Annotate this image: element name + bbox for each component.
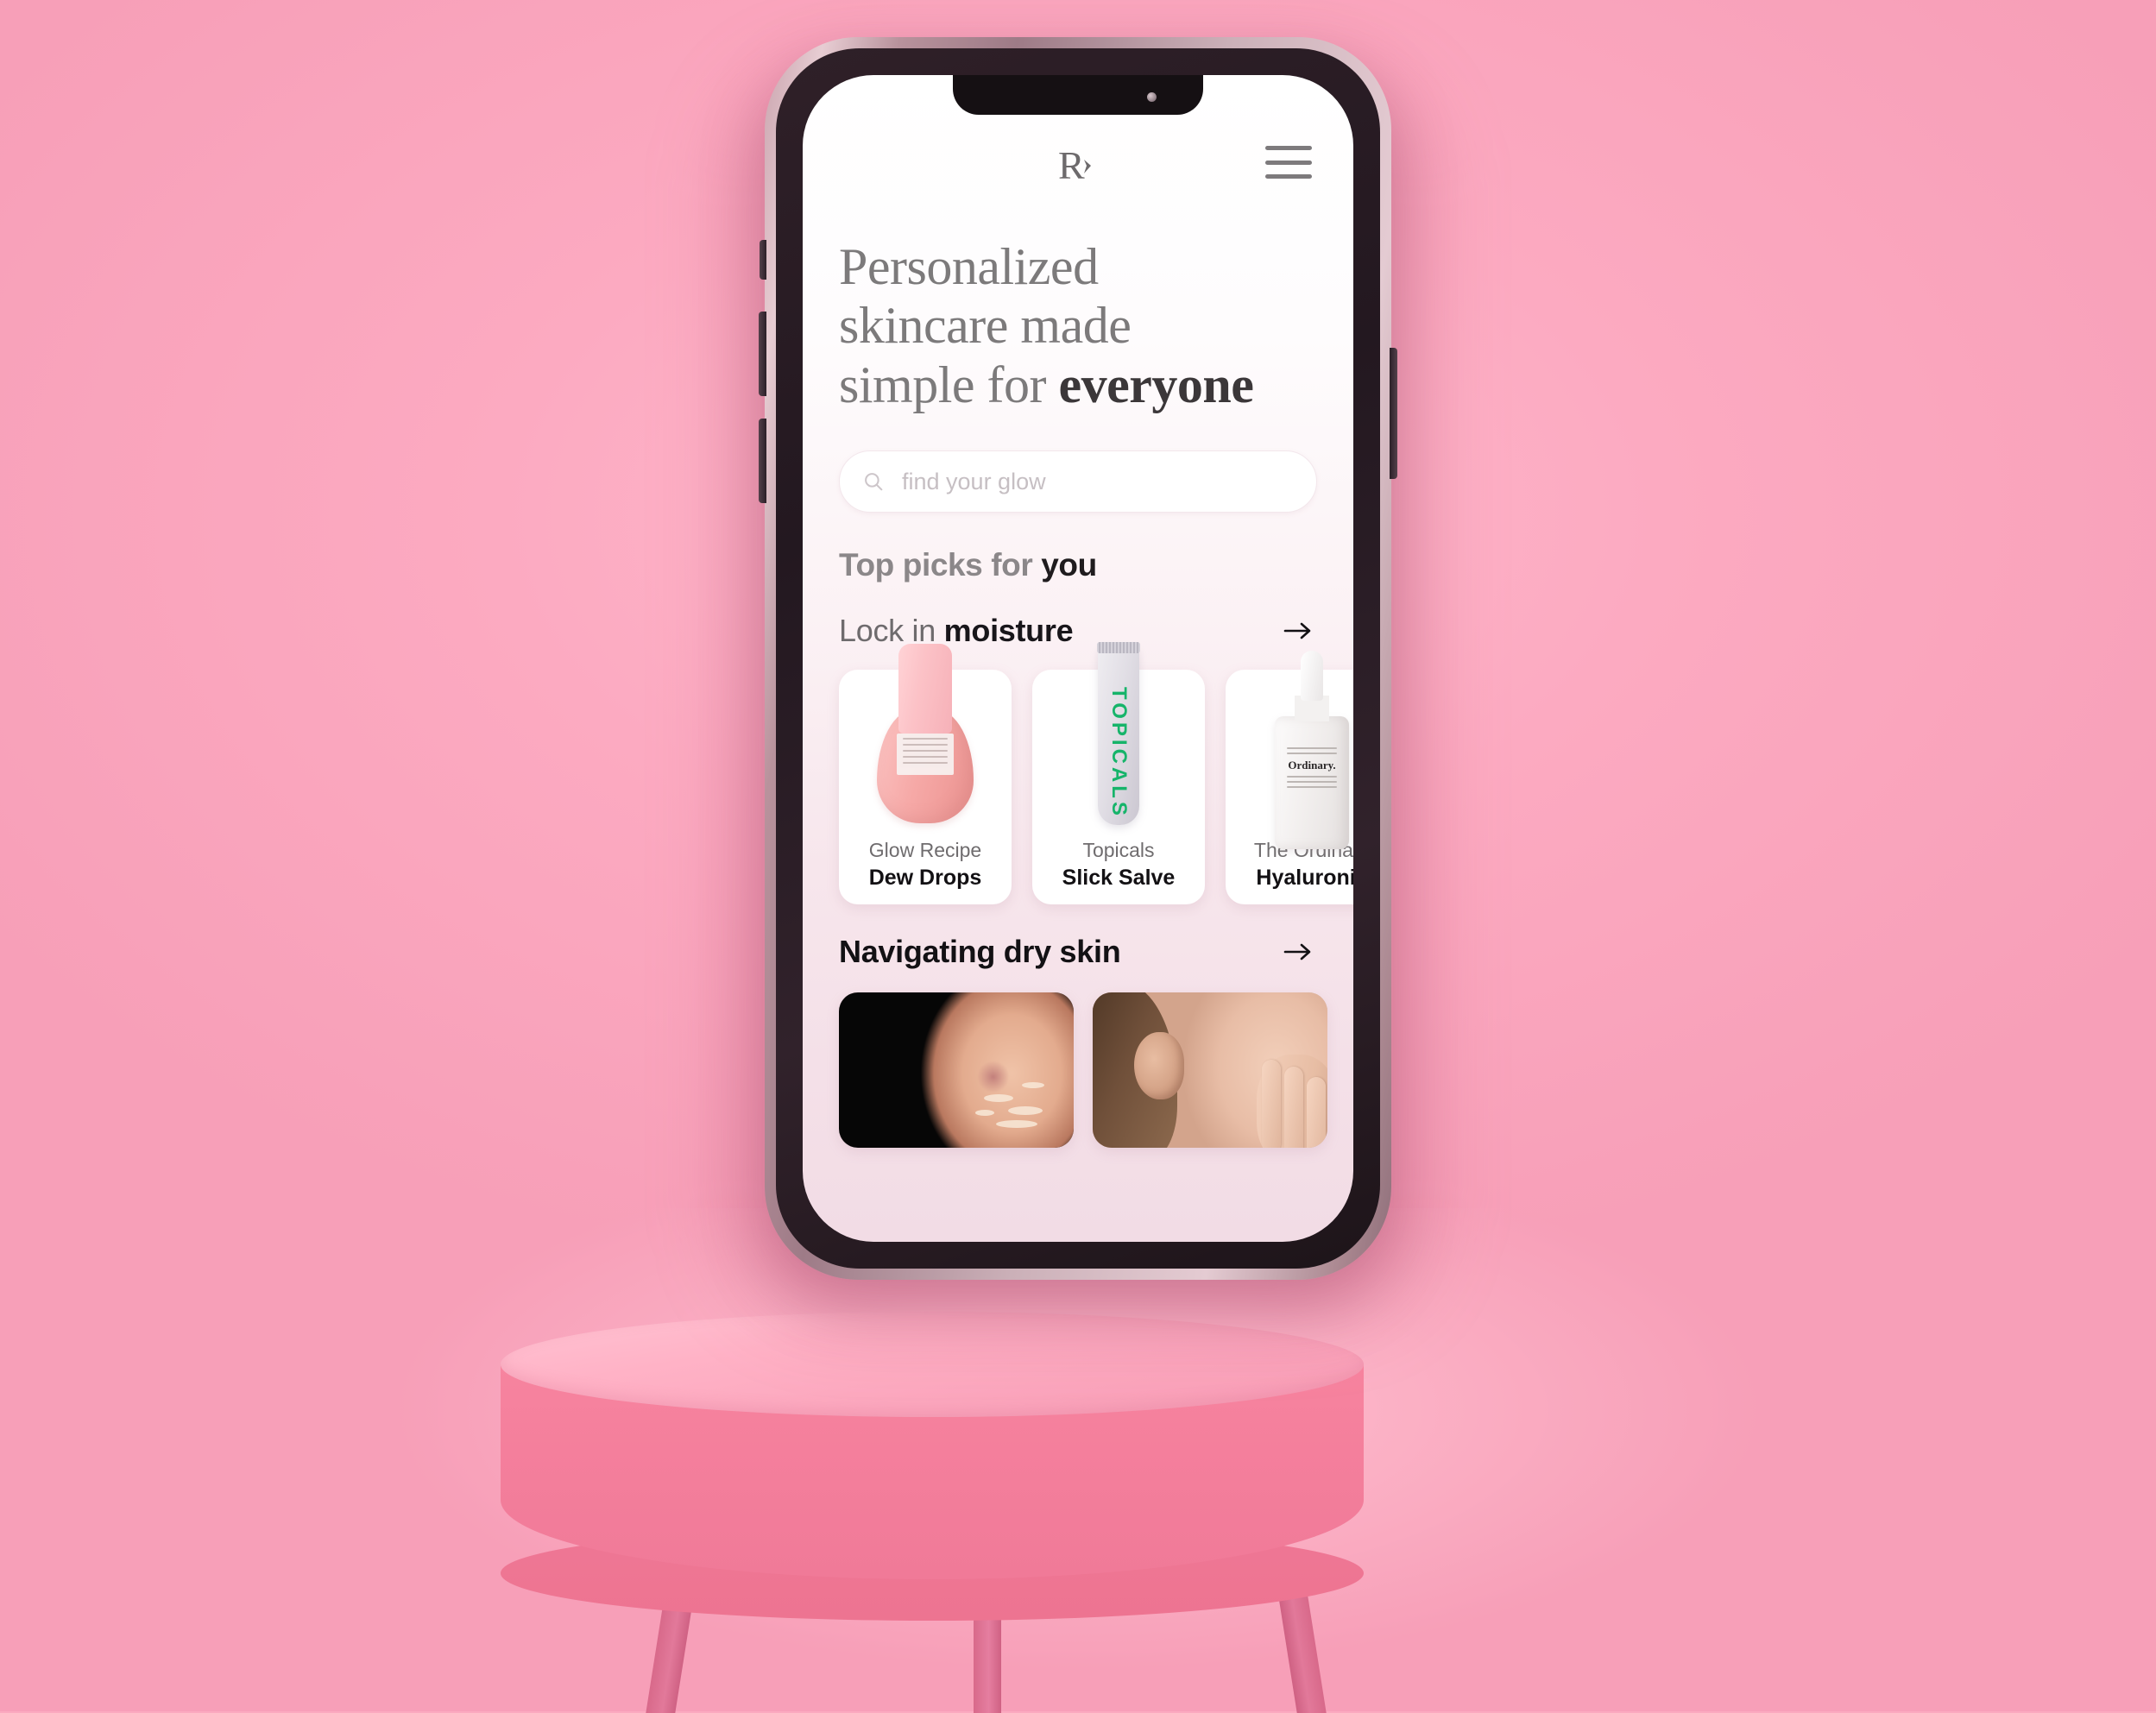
top-picks-plain: Top picks for (839, 547, 1042, 583)
section-title-top-picks: Top picks for you (839, 547, 1317, 583)
mute-switch-button[interactable] (760, 240, 766, 280)
ear (1134, 1032, 1184, 1100)
top-picks-bold: you (1041, 547, 1097, 583)
phone-notch (953, 75, 1203, 115)
headline-line-3: simple for everyone (839, 356, 1317, 414)
headline-line-2: skincare made (839, 297, 1132, 355)
product-image-glow-recipe (839, 644, 1012, 839)
article-card[interactable] (839, 992, 1074, 1149)
app-viewport: R Personalized skincare made simple for … (803, 75, 1353, 1242)
finger (1307, 1077, 1326, 1149)
headline-line-3-plain: simple for (839, 356, 1059, 413)
bottle-label: Ordinary. (1280, 744, 1344, 791)
hand (1257, 1055, 1327, 1149)
row-header-navigating-dry-skin[interactable]: Navigating dry skin (839, 934, 1317, 970)
phone-bezel: R Personalized skincare made simple for … (776, 48, 1380, 1269)
menu-line-1 (1265, 146, 1312, 150)
lock-moisture-bold: moisture (943, 613, 1074, 649)
product-image-the-ordinary: Ordinary. (1226, 651, 1353, 850)
product-name: Slick Salve (1062, 866, 1176, 891)
smartphone-mockup: R Personalized skincare made simple for … (730, 37, 1426, 1314)
product-brand: Glow Recipe (868, 839, 982, 862)
menu-line-2 (1265, 160, 1312, 165)
pedestal-table (501, 1312, 1657, 1713)
product-image-topicals: TOPICALS (1032, 642, 1205, 839)
front-camera-icon (1147, 92, 1157, 102)
search-input[interactable] (900, 467, 1294, 496)
menu-line-3 (1265, 174, 1312, 179)
hamburger-menu-icon[interactable] (1265, 146, 1312, 179)
article-carousel[interactable] (839, 992, 1327, 1149)
lock-moisture-plain: Lock in (839, 613, 944, 649)
tube-brand-text: TOPICALS (1107, 687, 1131, 820)
product-card[interactable]: Ordinary. The Ordinary Hyaluronic (1226, 651, 1353, 905)
bottle-label (897, 734, 954, 776)
finger (1284, 1067, 1303, 1149)
arrow-right-icon[interactable] (1279, 939, 1317, 965)
article-card[interactable] (1093, 992, 1327, 1149)
hero-headline: Personalized skincare made simple for ev… (839, 237, 1317, 414)
product-card[interactable]: TOPICALS Topicals Slick Salve (1032, 642, 1205, 905)
dropper-cap (1301, 651, 1323, 702)
headline-emphasis: everyone (1058, 356, 1254, 413)
headline-line-1: Personalized (839, 238, 1099, 295)
tube-crimp (1097, 642, 1140, 654)
search-bar[interactable] (839, 450, 1317, 513)
phone-screen: R Personalized skincare made simple for … (803, 75, 1353, 1242)
brand-logo-icon[interactable]: R (1058, 144, 1098, 187)
bottle-label-brand: Ordinary. (1288, 759, 1336, 772)
row-label-lock-in-moisture: Lock in moisture (839, 613, 1074, 649)
search-icon (865, 473, 883, 491)
arrow-right-icon[interactable] (1279, 618, 1317, 644)
finger (1262, 1060, 1281, 1149)
svg-text:R: R (1058, 144, 1085, 187)
row-label-navigating-dry-skin: Navigating dry skin (839, 934, 1121, 970)
product-carousel[interactable]: Glow Recipe Dew Drops TOPICALS Topicals … (839, 642, 1353, 905)
product-brand: Topicals (1082, 839, 1155, 862)
table-top-surface (501, 1312, 1364, 1417)
bottle-cap (898, 644, 952, 734)
article-image-flaking-skin (897, 992, 1074, 1149)
phone-frame: R Personalized skincare made simple for … (759, 37, 1397, 1280)
volume-up-button[interactable] (759, 312, 766, 396)
volume-down-button[interactable] (759, 419, 766, 503)
power-button[interactable] (1390, 348, 1397, 479)
product-card[interactable]: Glow Recipe Dew Drops (839, 644, 1012, 905)
product-name: Dew Drops (868, 866, 982, 891)
product-name: Hyaluronic (1256, 866, 1353, 891)
